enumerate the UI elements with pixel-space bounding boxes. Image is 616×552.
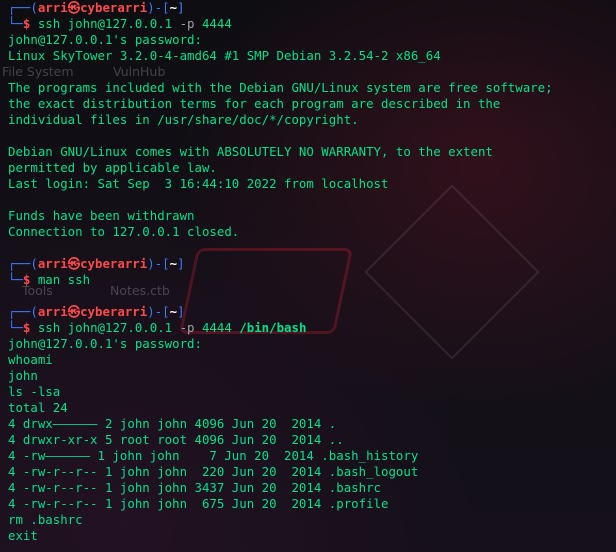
output-line: Connection to 127.0.0.1 closed. — [8, 224, 240, 239]
prompt-at-icon: ㉿ — [67, 304, 81, 319]
prompt-frame: ┌──( — [8, 304, 38, 319]
output-line: Funds have been withdrawn — [8, 208, 195, 223]
output-line: 4 -rw—————— 1 john john 7 Jun 20 2014 .b… — [8, 448, 419, 463]
command-port: 4444 — [194, 320, 240, 335]
prompt-line: ┌──(arri㉿cyberarri)-[~] — [8, 256, 616, 272]
prompt-path: ~ — [169, 0, 178, 15]
prompt-frame: )-[ — [147, 304, 170, 319]
output-line: ls -lsa — [8, 384, 61, 399]
command-port: 4444 — [194, 16, 232, 31]
prompt-at-icon: ㉿ — [67, 256, 81, 271]
prompt-user: arri — [37, 256, 68, 271]
prompt-frame: └─ — [8, 272, 23, 287]
output-line: john@127.0.0.1's password: — [8, 336, 210, 351]
command-option: -p — [179, 320, 195, 335]
prompt-frame: ] — [177, 0, 185, 15]
prompt-frame: ] — [177, 304, 185, 319]
output-line: 4 -rw-r--r-- 1 john john 3437 Jun 20 201… — [8, 480, 381, 495]
output-line: 4 drwx—————— 2 john john 4096 Jun 20 201… — [8, 416, 337, 431]
prompt-line: ┌──(arri㉿cyberarri)-[~] — [8, 0, 616, 16]
output-line: individual files in /usr/share/doc/*/cop… — [8, 112, 359, 127]
output-line: exit — [8, 528, 38, 543]
command-target: john@127.0.0.1 — [60, 16, 180, 31]
output-line: whoami — [8, 352, 53, 367]
prompt-frame: ┌──( — [8, 256, 38, 271]
prompt-at-icon: ㉿ — [67, 0, 81, 15]
command-name: ssh — [37, 320, 61, 335]
output-line: total 24 — [8, 400, 68, 415]
command-option: -p — [179, 16, 195, 31]
output-line: Linux SkyTower 3.2.0-4-amd64 #1 SMP Debi… — [8, 48, 441, 63]
prompt-user: arri — [37, 0, 68, 15]
output-line: 4 -rw-r--r-- 1 john john 675 Jun 20 2014… — [8, 496, 389, 511]
prompt-path: ~ — [169, 304, 178, 319]
output-line: 4 drwxr-xr-x 5 root root 4096 Jun 20 201… — [8, 432, 344, 447]
output-line: permitted by applicable law. — [8, 160, 217, 175]
output-line: rm .bashrc — [8, 512, 83, 527]
output-line: Debian GNU/Linux comes with ABSOLUTELY N… — [8, 144, 493, 159]
command-target: john@127.0.0.1 — [60, 320, 180, 335]
command-argument: /bin/bash — [239, 320, 307, 335]
prompt-frame: )-[ — [147, 0, 170, 15]
prompt-dollar: $ — [22, 272, 38, 287]
terminal-window[interactable]: File System VulnHub Tools Notes.ctb ┌──(… — [0, 0, 616, 552]
output-line: john — [8, 368, 38, 383]
prompt-dollar: $ — [22, 320, 38, 335]
command-text: man ssh — [37, 272, 91, 287]
output-line: the exact distribution terms for each pr… — [8, 96, 501, 111]
prompt-frame: └─ — [8, 16, 23, 31]
command-line: └─$ man ssh — [8, 272, 616, 288]
prompt-host: cyberarri — [80, 304, 148, 319]
terminal-output[interactable]: ┌──(arri㉿cyberarri)-[~] └─$ ssh john@127… — [8, 0, 616, 544]
command-line: └─$ ssh john@127.0.0.1 -p 4444 — [8, 16, 616, 32]
command-name: ssh — [37, 16, 61, 31]
prompt-frame: ] — [177, 256, 185, 271]
prompt-frame: )-[ — [147, 256, 170, 271]
prompt-frame: ┌──( — [8, 0, 38, 15]
prompt-dollar: $ — [22, 16, 38, 31]
prompt-frame: └─ — [8, 320, 23, 335]
prompt-host: cyberarri — [80, 0, 148, 15]
output-line: 4 -rw-r--r-- 1 john john 220 Jun 20 2014… — [8, 464, 419, 479]
command-line: └─$ ssh john@127.0.0.1 -p 4444 /bin/bash — [8, 320, 616, 336]
output-line: john@127.0.0.1's password: — [8, 32, 210, 47]
prompt-user: arri — [37, 304, 68, 319]
output-line: The programs included with the Debian GN… — [8, 80, 553, 95]
prompt-line: ┌──(arri㉿cyberarri)-[~] — [8, 304, 616, 320]
output-line: Last login: Sat Sep 3 16:44:10 2022 from… — [8, 176, 389, 191]
prompt-host: cyberarri — [80, 256, 148, 271]
prompt-path: ~ — [169, 256, 178, 271]
